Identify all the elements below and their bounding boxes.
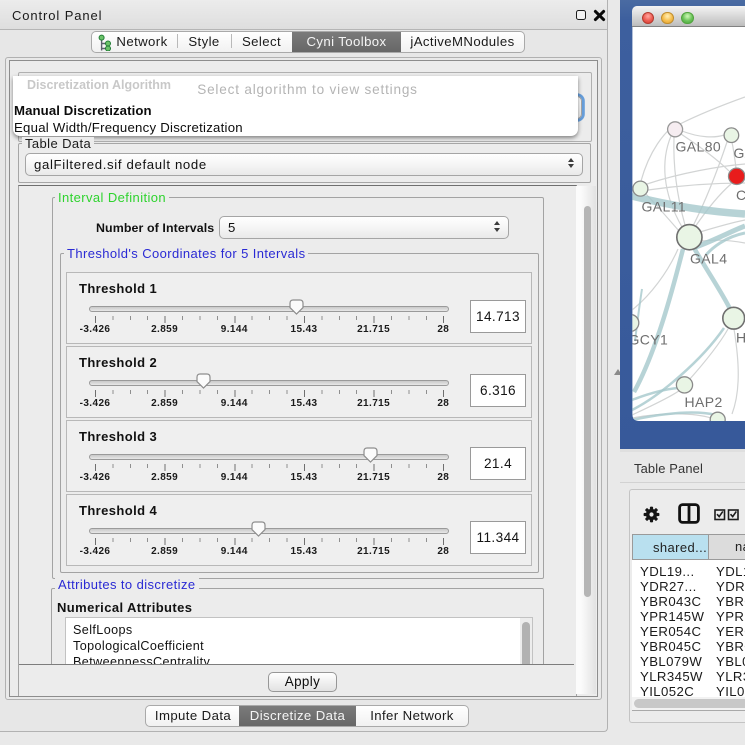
svg-text:GAL4: GAL4 (690, 251, 727, 267)
svg-text:GAL11: GAL11 (642, 199, 687, 215)
svg-text:GCY1: GCY1 (629, 332, 669, 348)
svg-text:H: H (736, 330, 745, 346)
svg-text:GAL80: GAL80 (676, 139, 722, 155)
svg-text:C: C (736, 187, 745, 203)
svg-text:GA: GA (734, 145, 745, 161)
svg-text:HAP2: HAP2 (685, 394, 723, 410)
